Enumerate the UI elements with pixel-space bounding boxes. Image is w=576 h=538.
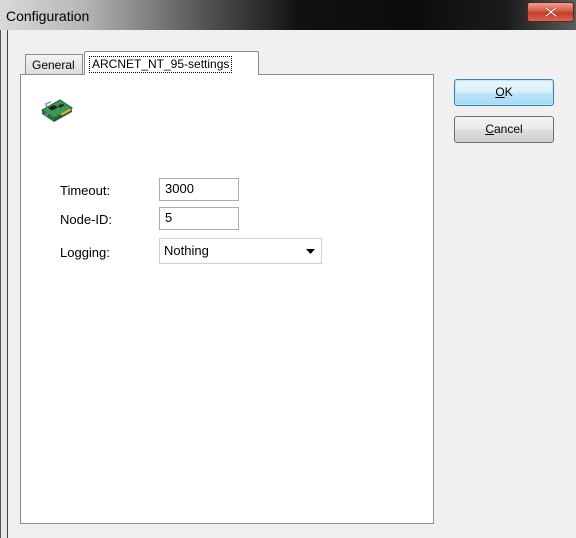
tab-arcnet-settings-label: ARCNET_NT_95-settings (89, 56, 233, 73)
cancel-button-label-rest: ancel (493, 122, 523, 136)
title-bar[interactable]: Configuration (0, 0, 576, 30)
timeout-label: Timeout: (60, 183, 111, 198)
logging-selected-value: Nothing (164, 243, 209, 258)
window-left-frame (0, 30, 8, 538)
window-title: Configuration (6, 8, 90, 24)
ok-button-mnemonic: O (495, 85, 505, 99)
tab-general-label: General (32, 58, 75, 72)
chevron-down-icon (306, 249, 315, 254)
tab-arcnet-settings[interactable]: ARCNET_NT_95-settings (84, 51, 259, 75)
cancel-button-mnemonic: C (485, 122, 494, 136)
tab-general[interactable]: General (25, 54, 83, 74)
timeout-input[interactable]: 3000 (159, 178, 239, 201)
node-id-value: 5 (165, 210, 173, 225)
logging-select[interactable]: Nothing (159, 238, 322, 264)
ok-button-label-rest: K (504, 85, 513, 99)
close-button[interactable] (527, 2, 574, 22)
cancel-button[interactable]: Cancel (454, 116, 554, 143)
network-card-icon (40, 98, 74, 127)
timeout-value: 3000 (165, 181, 194, 196)
node-id-label: Node-ID: (60, 212, 113, 227)
close-icon (545, 7, 557, 17)
node-id-input[interactable]: 5 (159, 207, 239, 230)
configuration-window: Configuration General ARCNET_NT_95-setti… (0, 0, 576, 538)
tab-panel (20, 74, 434, 524)
ok-button[interactable]: OK (454, 79, 554, 106)
logging-label: Logging: (60, 245, 110, 260)
